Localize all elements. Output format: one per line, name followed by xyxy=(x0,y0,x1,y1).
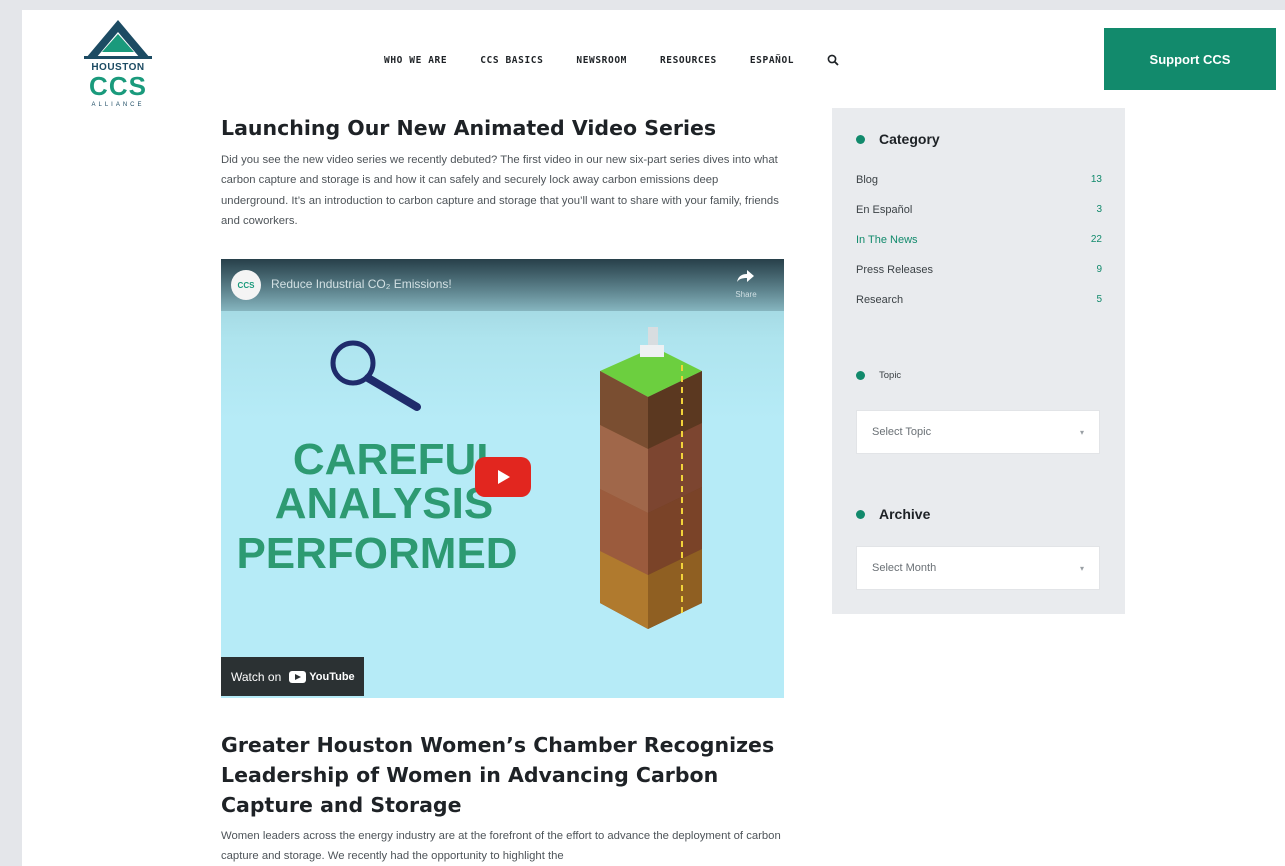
post-title-link[interactable]: Launching Our New Animated Video Series xyxy=(221,115,781,141)
soil-column-illustration-icon xyxy=(600,327,702,629)
post-excerpt: Did you see the new video series we rece… xyxy=(221,154,779,227)
category-title: Category xyxy=(879,131,940,147)
magnifier-illustration-icon xyxy=(330,340,421,411)
logo-ccs-text: CCS xyxy=(89,71,147,101)
youtube-logo: YouTube xyxy=(289,670,355,683)
bullet-dot-icon xyxy=(856,134,865,144)
share-label: Share xyxy=(735,290,757,299)
main-nav: WHO WE ARE CCS BASICS NEWSROOM RESOURCES… xyxy=(384,53,841,67)
sidebar: Category Blog 13 En Español 3 In The New… xyxy=(832,108,1125,614)
watch-on-label: Watch on xyxy=(231,669,282,684)
nav-ccs-basics[interactable]: CCS BASICS xyxy=(480,55,543,66)
category-count: 13 xyxy=(1090,174,1102,185)
archive-widget-header: Archive xyxy=(856,506,930,522)
watch-on-youtube-button[interactable]: Watch on YouTube xyxy=(221,657,364,696)
topic-select[interactable]: Select Topic ▾ xyxy=(856,410,1100,454)
site-logo[interactable]: HOUSTON CCS ALLIANCE xyxy=(82,18,158,110)
play-button[interactable] xyxy=(475,457,531,497)
youtube-label: YouTube xyxy=(309,670,355,683)
support-ccs-button[interactable]: Support CCS xyxy=(1104,28,1276,90)
archive-title: Archive xyxy=(879,506,931,522)
nav-newsroom[interactable]: NEWSROOM xyxy=(576,55,627,66)
nav-who-we-are[interactable]: WHO WE ARE xyxy=(384,55,447,66)
youtube-play-icon xyxy=(289,670,307,683)
logo-alliance-text: ALLIANCE xyxy=(91,102,145,108)
channel-avatar[interactable]: CCS xyxy=(231,270,261,300)
category-count: 3 xyxy=(1096,204,1102,215)
page: HOUSTON CCS ALLIANCE WHO WE ARE CCS BASI… xyxy=(22,10,1285,866)
category-widget-header: Category xyxy=(856,131,940,147)
category-item[interactable]: Press Releases 9 xyxy=(856,264,1102,294)
category-count: 9 xyxy=(1096,264,1102,275)
share-arrow-icon xyxy=(737,270,754,282)
post-title-link[interactable]: Greater Houston Women’s Chamber Recogniz… xyxy=(221,730,781,820)
post-excerpt: Women leaders across the energy industry… xyxy=(221,830,781,863)
play-icon xyxy=(498,470,510,484)
chevron-down-icon: ▾ xyxy=(1079,563,1084,573)
topic-title: Topic xyxy=(879,370,902,381)
category-list: Blog 13 En Español 3 In The News 22 Pres… xyxy=(856,174,1102,324)
category-item[interactable]: Blog 13 xyxy=(856,174,1102,204)
youtube-video-embed[interactable]: CCS Reduce Industrial CO₂ Emissions! Sha… xyxy=(221,259,784,698)
nav-espanol[interactable]: ESPAÑOL xyxy=(750,55,794,66)
category-count: 5 xyxy=(1096,294,1102,305)
bridge-logo-icon xyxy=(84,20,152,59)
topic-widget-header: Topic xyxy=(856,370,901,381)
category-item[interactable]: Research 5 xyxy=(856,294,1102,324)
search-icon[interactable] xyxy=(827,53,841,67)
topic-select-value: Select Topic xyxy=(872,426,932,438)
archive-select-value: Select Month xyxy=(872,562,937,574)
category-item[interactable]: En Español 3 xyxy=(856,204,1102,234)
bullet-dot-icon xyxy=(856,371,865,380)
category-item[interactable]: In The News 22 xyxy=(856,234,1102,264)
share-button[interactable]: Share xyxy=(731,269,761,299)
bullet-dot-icon xyxy=(856,509,865,519)
category-count: 22 xyxy=(1090,234,1102,245)
chevron-down-icon: ▾ xyxy=(1079,427,1084,437)
video-title[interactable]: Reduce Industrial CO₂ Emissions! xyxy=(271,277,452,291)
nav-resources[interactable]: RESOURCES xyxy=(660,55,717,66)
archive-select[interactable]: Select Month ▾ xyxy=(856,546,1100,590)
video-text-line: PERFORMED xyxy=(236,529,518,578)
